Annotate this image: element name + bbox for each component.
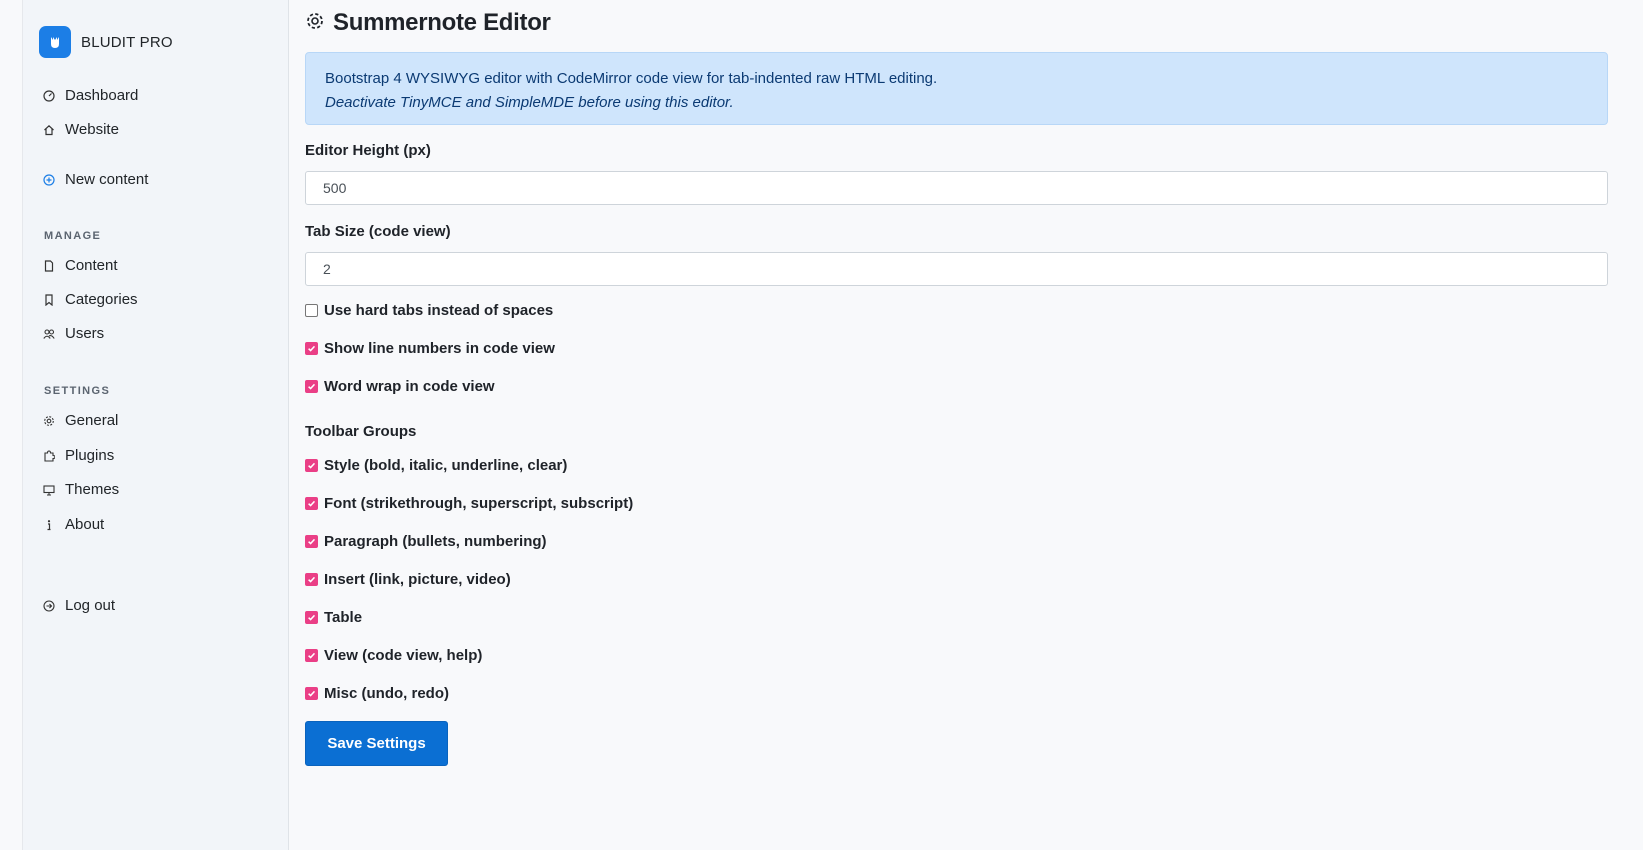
toolbar-groups-heading: Toolbar Groups — [305, 423, 417, 440]
checkbox[interactable] — [305, 687, 318, 700]
option-word-wrap[interactable]: Word wrap in code view — [305, 378, 495, 395]
editor-height-label: Editor Height (px) — [305, 142, 431, 159]
toolbar-group-style[interactable]: Style (bold, italic, underline, clear) — [305, 457, 567, 474]
logout-icon — [43, 599, 55, 612]
info-alert: Bootstrap 4 WYSIWYG editor with CodeMirr… — [305, 52, 1608, 125]
alert-note: Deactivate TinyMCE and SimpleMDE before … — [325, 94, 734, 111]
tab-size-input[interactable] — [305, 252, 1608, 286]
sidebar-item-label: Themes — [65, 481, 120, 498]
option-label: View (code view, help) — [324, 647, 483, 664]
gear-icon — [305, 11, 325, 36]
checkbox[interactable] — [305, 611, 318, 624]
sidebar-item-users[interactable]: Users — [43, 325, 104, 342]
option-label: Misc (undo, redo) — [324, 685, 449, 702]
editor-height-input[interactable] — [305, 171, 1608, 205]
section-heading-settings: SETTINGS — [44, 385, 111, 397]
checkbox[interactable] — [305, 573, 318, 586]
sidebar-item-label: Log out — [65, 597, 116, 614]
save-settings-button[interactable]: Save Settings — [305, 721, 448, 766]
check-icon — [308, 538, 316, 545]
option-label: Show line numbers in code view — [324, 340, 555, 357]
sidebar-item-themes[interactable]: Themes — [43, 481, 119, 498]
sidebar-item-new-content[interactable]: New content — [43, 171, 148, 188]
option-label: Font (strikethrough, superscript, subscr… — [324, 495, 634, 512]
tab-size-label: Tab Size (code view) — [305, 223, 451, 240]
option-label: Table — [324, 609, 363, 626]
bludit-logo-icon — [39, 26, 71, 58]
sidebar-item-logout[interactable]: Log out — [43, 597, 115, 614]
sidebar-item-label: New content — [65, 171, 149, 188]
sidebar-item-label: General — [65, 412, 119, 429]
info-icon — [43, 519, 55, 531]
plus-circle-icon — [43, 173, 55, 186]
option-label: Paragraph (bullets, numbering) — [324, 533, 547, 550]
bookmark-icon — [43, 293, 55, 306]
sidebar-item-label: Content — [65, 257, 118, 274]
sidebar-item-plugins[interactable]: Plugins — [43, 447, 114, 464]
sidebar-item-label: Categories — [65, 291, 138, 308]
check-icon — [308, 652, 316, 659]
sidebar-item-label: Website — [65, 121, 119, 138]
page-title: Summernote Editor — [333, 9, 551, 36]
sidebar-item-label: Plugins — [65, 447, 115, 464]
check-icon — [308, 576, 316, 583]
option-label: Word wrap in code view — [324, 378, 495, 395]
sidebar: BLUDIT PRO Dashboard Website New content… — [23, 0, 289, 850]
window-edge — [0, 0, 23, 850]
toolbar-group-paragraph[interactable]: Paragraph (bullets, numbering) — [305, 533, 547, 550]
sidebar-item-dashboard[interactable]: Dashboard — [43, 87, 138, 104]
checkbox[interactable] — [305, 497, 318, 510]
check-icon — [308, 383, 316, 390]
home-icon — [43, 124, 55, 136]
brand[interactable]: BLUDIT PRO — [39, 26, 173, 58]
users-icon — [43, 328, 55, 340]
option-label: Insert (link, picture, video) — [324, 571, 511, 588]
check-icon — [308, 614, 316, 621]
sidebar-item-general[interactable]: General — [43, 412, 118, 429]
gauge-icon — [43, 89, 55, 102]
check-icon — [308, 500, 316, 507]
alert-line: Bootstrap 4 WYSIWYG editor with CodeMirr… — [325, 70, 938, 87]
sidebar-item-label: Users — [65, 325, 105, 342]
check-icon — [308, 345, 316, 352]
toolbar-group-insert[interactable]: Insert (link, picture, video) — [305, 571, 511, 588]
sidebar-item-website[interactable]: Website — [43, 121, 119, 138]
sidebar-item-about[interactable]: About — [43, 516, 104, 533]
sidebar-item-content[interactable]: Content — [43, 257, 118, 274]
checkbox[interactable] — [305, 304, 318, 317]
option-label: Style (bold, italic, underline, clear) — [324, 457, 568, 474]
check-icon — [308, 462, 316, 469]
option-hard-tabs[interactable]: Use hard tabs instead of spaces — [305, 302, 553, 319]
option-label: Use hard tabs instead of spaces — [324, 302, 554, 319]
gear-icon — [43, 415, 55, 427]
checkbox[interactable] — [305, 535, 318, 548]
page-header: Summernote Editor — [305, 9, 551, 37]
toolbar-group-view[interactable]: View (code view, help) — [305, 647, 482, 664]
document-icon — [43, 259, 55, 272]
sidebar-item-label: Dashboard — [65, 87, 139, 104]
monitor-icon — [43, 484, 55, 496]
option-line-numbers[interactable]: Show line numbers in code view — [305, 340, 555, 357]
sidebar-item-categories[interactable]: Categories — [43, 291, 138, 308]
checkbox[interactable] — [305, 342, 318, 355]
brand-name: BLUDIT PRO — [81, 33, 173, 51]
section-heading-manage: MANAGE — [44, 230, 102, 242]
checkbox[interactable] — [305, 380, 318, 393]
checkbox[interactable] — [305, 459, 318, 472]
toolbar-group-font[interactable]: Font (strikethrough, superscript, subscr… — [305, 495, 633, 512]
toolbar-group-misc[interactable]: Misc (undo, redo) — [305, 685, 449, 702]
check-icon — [308, 690, 316, 697]
checkbox[interactable] — [305, 649, 318, 662]
puzzle-icon — [43, 449, 55, 462]
toolbar-group-table[interactable]: Table — [305, 609, 362, 626]
sidebar-item-label: About — [65, 516, 105, 533]
